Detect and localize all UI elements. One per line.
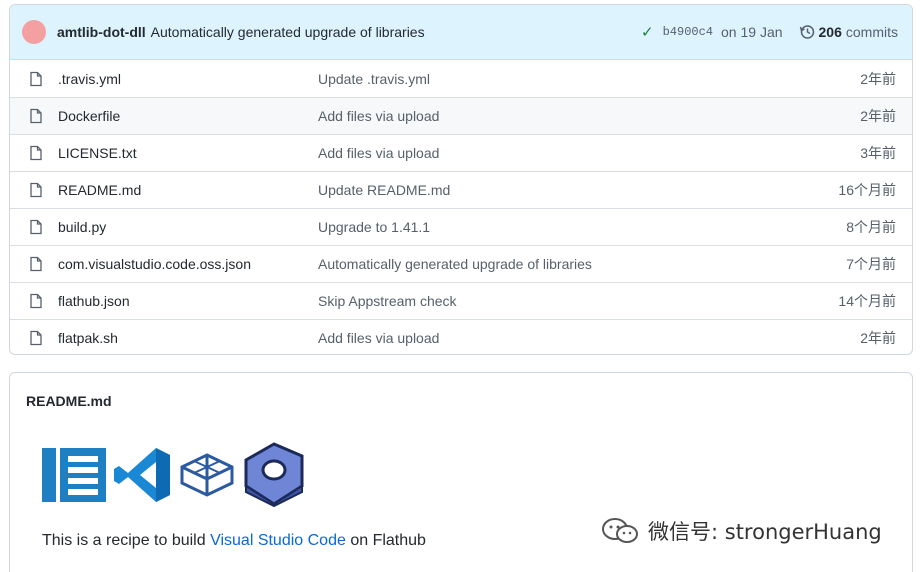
file-commit-message-link[interactable]: Skip Appstream check [318, 293, 816, 309]
file-commit-age: 2年前 [860, 330, 896, 346]
vscode-link[interactable]: Visual Studio Code [210, 532, 346, 549]
file-name-link[interactable]: com.visualstudio.code.oss.json [58, 256, 318, 272]
recipe-prefix: This is a recipe to build [42, 532, 211, 549]
check-icon[interactable]: ✓ [641, 23, 654, 41]
file-commit-age: 16个月前 [838, 182, 896, 198]
avatar[interactable] [22, 20, 46, 44]
file-row[interactable]: flatpak.sh Add files via upload 2年前 [10, 319, 912, 354]
file-commit-message-link[interactable]: Automatically generated upgrade of libra… [318, 256, 816, 272]
file-commit-message-link[interactable]: Add files via upload [318, 330, 816, 346]
file-name-link[interactable]: flathub.json [58, 293, 318, 309]
file-rows: .travis.yml Update .travis.yml 2年前 Dockerfi… [10, 60, 912, 354]
latest-commit-bar: amtlib-dot-dll Automatically generated u… [10, 5, 912, 60]
history-icon [799, 25, 814, 39]
file-commit-age: 3年前 [860, 145, 896, 161]
commit-sha-link[interactable]: b4900c4 [663, 25, 713, 39]
file-icon [30, 145, 42, 161]
file-commit-message-link[interactable]: Add files via upload [318, 145, 816, 161]
file-commit-message-link[interactable]: Update README.md [318, 182, 816, 198]
file-row[interactable]: Dockerfile Add files via upload 2年前 [10, 97, 912, 134]
file-commit-message-link[interactable]: Upgrade to 1.41.1 [318, 219, 816, 235]
flatpak-logo-icon [180, 453, 234, 497]
vscode-logo-icon [114, 448, 170, 502]
watermark-text: 微信号: strongerHuang [648, 520, 882, 544]
file-icon [30, 182, 42, 198]
file-commit-age: 7个月前 [846, 256, 896, 272]
commit-message-link[interactable]: Automatically generated upgrade of libra… [151, 24, 425, 40]
file-commit-message-link[interactable]: Add files via upload [318, 108, 816, 124]
file-row[interactable]: build.py Upgrade to 1.41.1 8个月前 [10, 208, 912, 245]
file-row[interactable]: .travis.yml Update .travis.yml 2年前 [10, 60, 912, 97]
file-icon [30, 219, 42, 235]
file-row[interactable]: com.visualstudio.code.oss.json Automatica… [10, 245, 912, 282]
file-row[interactable]: flathub.json Skip Appstream check 14个月前 [10, 282, 912, 319]
commit-date: on 19 Jan [721, 24, 783, 40]
file-row[interactable]: LICENSE.txt Add files via upload 3年前 [10, 134, 912, 171]
file-icon [30, 108, 42, 124]
commits-label[interactable]: commits [846, 24, 898, 40]
file-name-link[interactable]: flatpak.sh [58, 330, 318, 346]
flathub-logo-icon [42, 448, 106, 502]
readme-title[interactable]: README.md [26, 393, 112, 409]
file-name-link[interactable]: .travis.yml [58, 71, 318, 87]
file-name-link[interactable]: Dockerfile [58, 108, 318, 124]
wechat-icon [602, 518, 638, 543]
file-icon [30, 71, 42, 86]
file-name-link[interactable]: build.py [58, 219, 318, 235]
file-commit-age: 14个月前 [838, 293, 896, 309]
recipe-suffix: on Flathub [345, 532, 426, 549]
file-row[interactable]: README.md Update README.md 16个月前 [10, 171, 912, 208]
file-commit-age: 2年前 [860, 70, 896, 87]
file-commit-age: 8个月前 [846, 219, 896, 235]
readme-description: This is a recipe to build Visual Studio … [42, 532, 426, 550]
file-commit-age: 2年前 [860, 108, 896, 124]
commit-author-link[interactable]: amtlib-dot-dll [57, 24, 146, 40]
commits-count[interactable]: 206 [819, 24, 842, 40]
wechat-watermark: 微信号: strongerHuang [600, 516, 882, 546]
file-name-link[interactable]: LICENSE.txt [58, 145, 318, 161]
file-name-link[interactable]: README.md [58, 182, 318, 198]
readme-logos [42, 441, 314, 509]
file-icon [30, 293, 42, 309]
file-list-box: amtlib-dot-dll Automatically generated u… [9, 4, 913, 355]
file-icon [30, 330, 42, 346]
file-commit-message-link[interactable]: Update .travis.yml [318, 71, 816, 87]
file-icon [30, 256, 42, 272]
nut-logo-icon [244, 442, 304, 508]
